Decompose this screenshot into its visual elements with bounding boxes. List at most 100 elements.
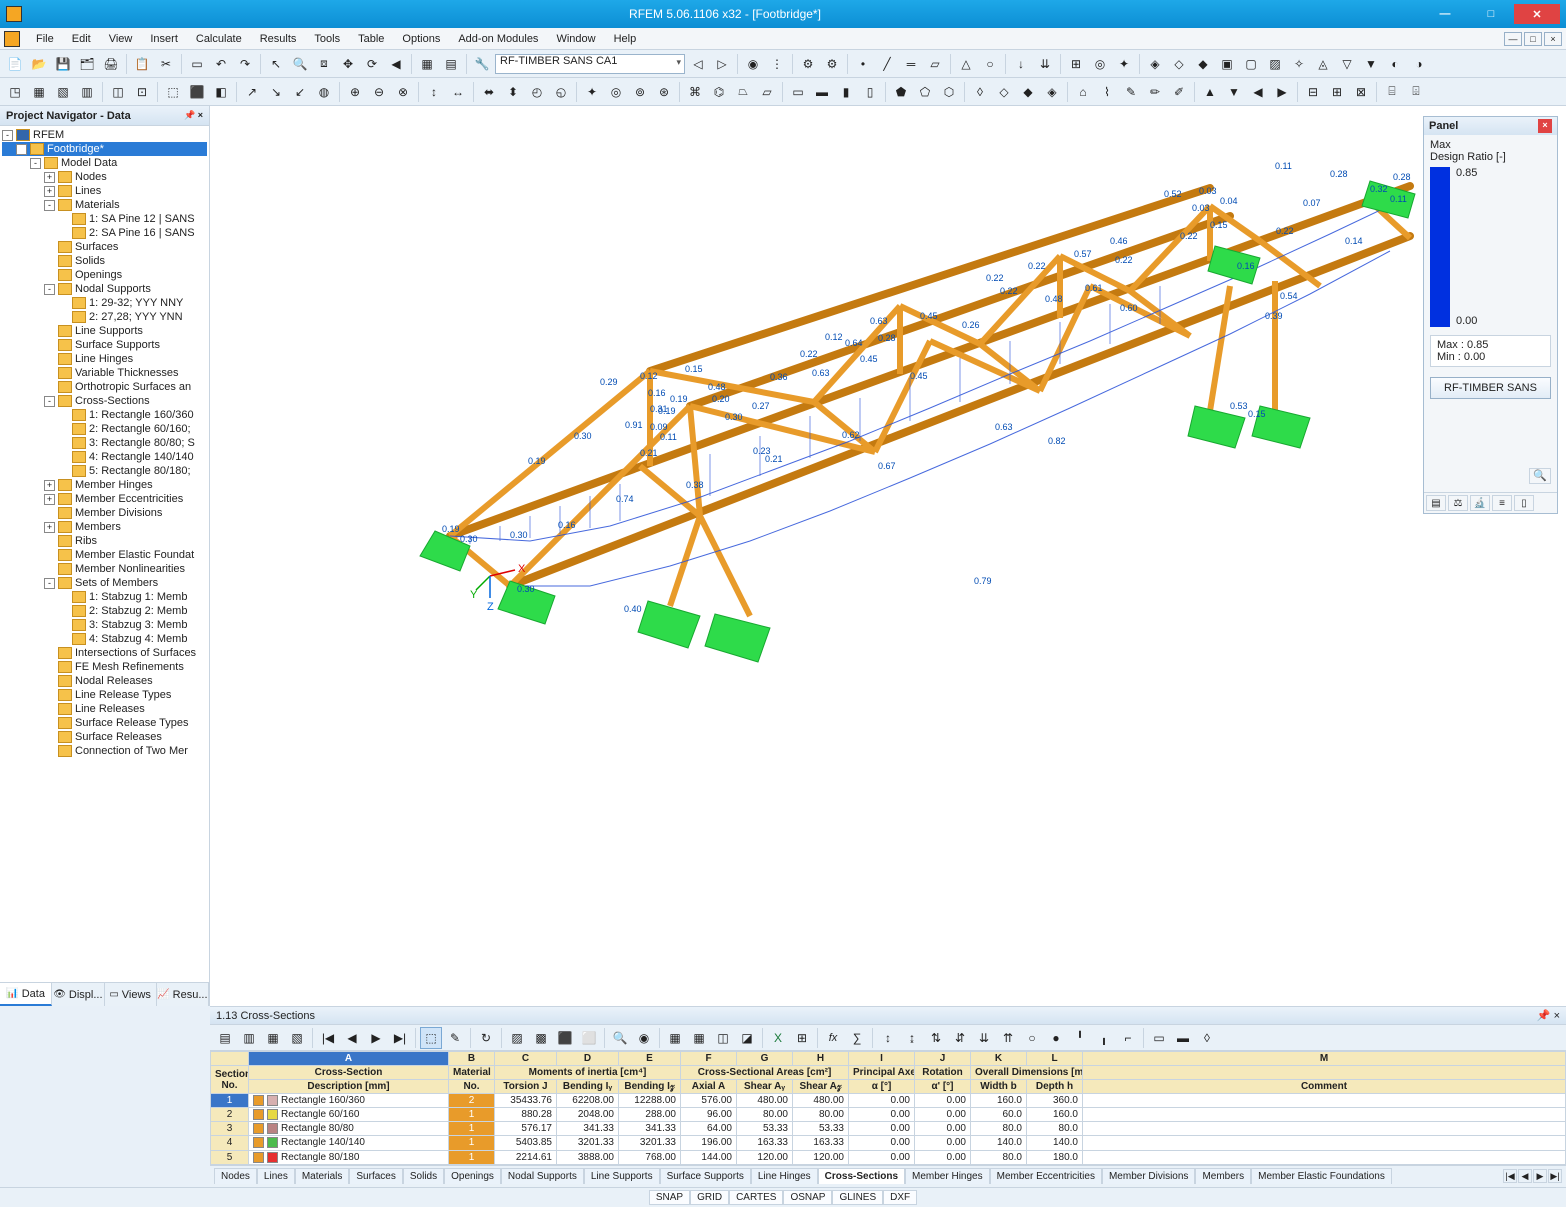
misc8-icon[interactable]: ◬ bbox=[1312, 53, 1334, 75]
mdi-min[interactable]: — bbox=[1504, 32, 1522, 46]
tree-item[interactable]: Line Hinges bbox=[2, 352, 207, 366]
menu-addon[interactable]: Add-on Modules bbox=[450, 31, 546, 47]
tt-14-icon[interactable]: ⬛ bbox=[554, 1027, 576, 1049]
t2-5-icon[interactable]: ◫ bbox=[107, 81, 129, 103]
lc-next-icon[interactable]: ▷ bbox=[711, 53, 733, 75]
tab-first-icon[interactable]: |◀ bbox=[1503, 1169, 1517, 1183]
misc3-icon[interactable]: ◆ bbox=[1192, 53, 1214, 75]
tree-item[interactable]: Line Releases bbox=[2, 702, 207, 716]
tt-7-icon[interactable]: ▶ bbox=[365, 1027, 387, 1049]
t2-9-icon[interactable]: ◧ bbox=[210, 81, 232, 103]
panel-zoom-icon[interactable]: 🔍 bbox=[1529, 468, 1551, 484]
col-iz[interactable]: Bending I𝓏 bbox=[619, 1080, 681, 1094]
zoom-icon[interactable]: 🔍 bbox=[289, 53, 311, 75]
status-grid[interactable]: GRID bbox=[690, 1190, 729, 1205]
tt-6-icon[interactable]: ◀ bbox=[341, 1027, 363, 1049]
t2-48-icon[interactable]: ▼ bbox=[1223, 81, 1245, 103]
menu-edit[interactable]: Edit bbox=[64, 31, 99, 47]
col-alpha2[interactable]: α' [°] bbox=[915, 1080, 971, 1094]
table-row[interactable]: 5 Rectangle 80/180 1 2214.613888.00768.0… bbox=[211, 1150, 1566, 1164]
tt-27-icon[interactable]: ⇵ bbox=[949, 1027, 971, 1049]
t2-7-icon[interactable]: ⬚ bbox=[162, 81, 184, 103]
col-letter[interactable] bbox=[211, 1052, 249, 1066]
tree-item[interactable]: Orthotropic Surfaces an bbox=[2, 380, 207, 394]
table-tab[interactable]: Openings bbox=[444, 1168, 501, 1184]
t2-8-icon[interactable]: ⬛ bbox=[186, 81, 208, 103]
menu-help[interactable]: Help bbox=[606, 31, 645, 47]
tree-item[interactable]: 5: Rectangle 80/180; bbox=[2, 464, 207, 478]
col-letter[interactable]: J bbox=[915, 1052, 971, 1066]
cursor-icon[interactable]: ↖ bbox=[265, 53, 287, 75]
t2-42-icon[interactable]: ⌂ bbox=[1072, 81, 1094, 103]
col-letter[interactable]: F bbox=[681, 1052, 737, 1066]
grp-axes[interactable]: Principal Axes bbox=[849, 1066, 915, 1080]
tree-modeldata[interactable]: -Model Data bbox=[2, 156, 207, 170]
t2-52-icon[interactable]: ⊞ bbox=[1326, 81, 1348, 103]
tree-item[interactable]: +Members bbox=[2, 520, 207, 534]
menu-tools[interactable]: Tools bbox=[306, 31, 348, 47]
menu-insert[interactable]: Insert bbox=[142, 31, 186, 47]
tt-34-icon[interactable]: ⌐ bbox=[1117, 1027, 1139, 1049]
tree-item[interactable]: 2: Stabzug 2: Memb bbox=[2, 604, 207, 618]
window-icon[interactable]: ▦ bbox=[416, 53, 438, 75]
col-w[interactable]: Width b bbox=[971, 1080, 1027, 1094]
t2-43-icon[interactable]: ⌇ bbox=[1096, 81, 1118, 103]
grp-material[interactable]: Material bbox=[449, 1066, 495, 1080]
tt-36-icon[interactable]: ▬ bbox=[1172, 1027, 1194, 1049]
status-cartes[interactable]: CARTES bbox=[729, 1190, 783, 1205]
tree-item[interactable]: -Materials bbox=[2, 198, 207, 212]
tree-item[interactable]: 2: 27,28; YYY YNN bbox=[2, 310, 207, 324]
col-a[interactable]: Axial A bbox=[681, 1080, 737, 1094]
tt-5-icon[interactable]: |◀ bbox=[317, 1027, 339, 1049]
tt-18-icon[interactable]: ▦ bbox=[664, 1027, 686, 1049]
table-tab[interactable]: Line Hinges bbox=[751, 1168, 818, 1184]
t2-45-icon[interactable]: ✏ bbox=[1144, 81, 1166, 103]
undo-icon[interactable]: ↶ bbox=[210, 53, 232, 75]
tree-item[interactable]: 1: Stabzug 1: Memb bbox=[2, 590, 207, 604]
tab-next-icon[interactable]: ▶ bbox=[1533, 1169, 1547, 1183]
table-row[interactable]: 4 Rectangle 140/140 1 5403.853201.333201… bbox=[211, 1136, 1566, 1150]
tree-item[interactable]: Ribs bbox=[2, 534, 207, 548]
tree-item[interactable]: Member Nonlinearities bbox=[2, 562, 207, 576]
col-letter[interactable]: K bbox=[971, 1052, 1027, 1066]
table-tab[interactable]: Member Divisions bbox=[1102, 1168, 1195, 1184]
axes-icon[interactable]: ✦ bbox=[1113, 53, 1135, 75]
t2-20-icon[interactable]: ⬍ bbox=[502, 81, 524, 103]
calc-icon[interactable]: ⚙ bbox=[797, 53, 819, 75]
view-prev-icon[interactable]: ◀ bbox=[385, 53, 407, 75]
t2-27-icon[interactable]: ⌘ bbox=[684, 81, 706, 103]
grp-rot[interactable]: Rotation bbox=[915, 1066, 971, 1080]
menu-table[interactable]: Table bbox=[350, 31, 392, 47]
navigator-pin-icon[interactable]: 📌 × bbox=[184, 110, 203, 121]
print-icon[interactable]: 🖨 bbox=[100, 53, 122, 75]
t2-14-icon[interactable]: ⊕ bbox=[344, 81, 366, 103]
t2-53-icon[interactable]: ⊠ bbox=[1350, 81, 1372, 103]
tree-root[interactable]: -RFEM bbox=[2, 128, 207, 142]
menu-view[interactable]: View bbox=[101, 31, 141, 47]
t2-31-icon[interactable]: ▭ bbox=[787, 81, 809, 103]
misc6-icon[interactable]: ▨ bbox=[1264, 53, 1286, 75]
tt-11-icon[interactable]: ↻ bbox=[475, 1027, 497, 1049]
tree-item[interactable]: 1: 29-32; YYY NNY bbox=[2, 296, 207, 310]
menu-calculate[interactable]: Calculate bbox=[188, 31, 250, 47]
tree-item[interactable]: -Nodal Supports bbox=[2, 282, 207, 296]
redo-icon[interactable]: ↷ bbox=[234, 53, 256, 75]
col-alpha[interactable]: α [°] bbox=[849, 1080, 915, 1094]
menu-options[interactable]: Options bbox=[394, 31, 448, 47]
rotate-icon[interactable]: ⟳ bbox=[361, 53, 383, 75]
t2-24-icon[interactable]: ◎ bbox=[605, 81, 627, 103]
t2-34-icon[interactable]: ▯ bbox=[859, 81, 881, 103]
tt-9-icon[interactable]: ⬚ bbox=[420, 1027, 442, 1049]
table-tab[interactable]: Member Hinges bbox=[905, 1168, 990, 1184]
t2-54-icon[interactable]: ⌸ bbox=[1381, 81, 1403, 103]
navtab-data[interactable]: 📊Data bbox=[0, 983, 52, 1006]
tt-1-icon[interactable]: ▤ bbox=[214, 1027, 236, 1049]
col-letter[interactable]: A bbox=[249, 1052, 449, 1066]
copy-icon[interactable]: 📋 bbox=[131, 53, 153, 75]
grid-icon[interactable]: ⊞ bbox=[1065, 53, 1087, 75]
paneltab-1[interactable]: ▤ bbox=[1426, 495, 1446, 511]
misc7-icon[interactable]: ✧ bbox=[1288, 53, 1310, 75]
t2-4-icon[interactable]: ▥ bbox=[76, 81, 98, 103]
tt-fx-icon[interactable]: fx bbox=[822, 1027, 844, 1049]
mdi-close[interactable]: × bbox=[1544, 32, 1562, 46]
